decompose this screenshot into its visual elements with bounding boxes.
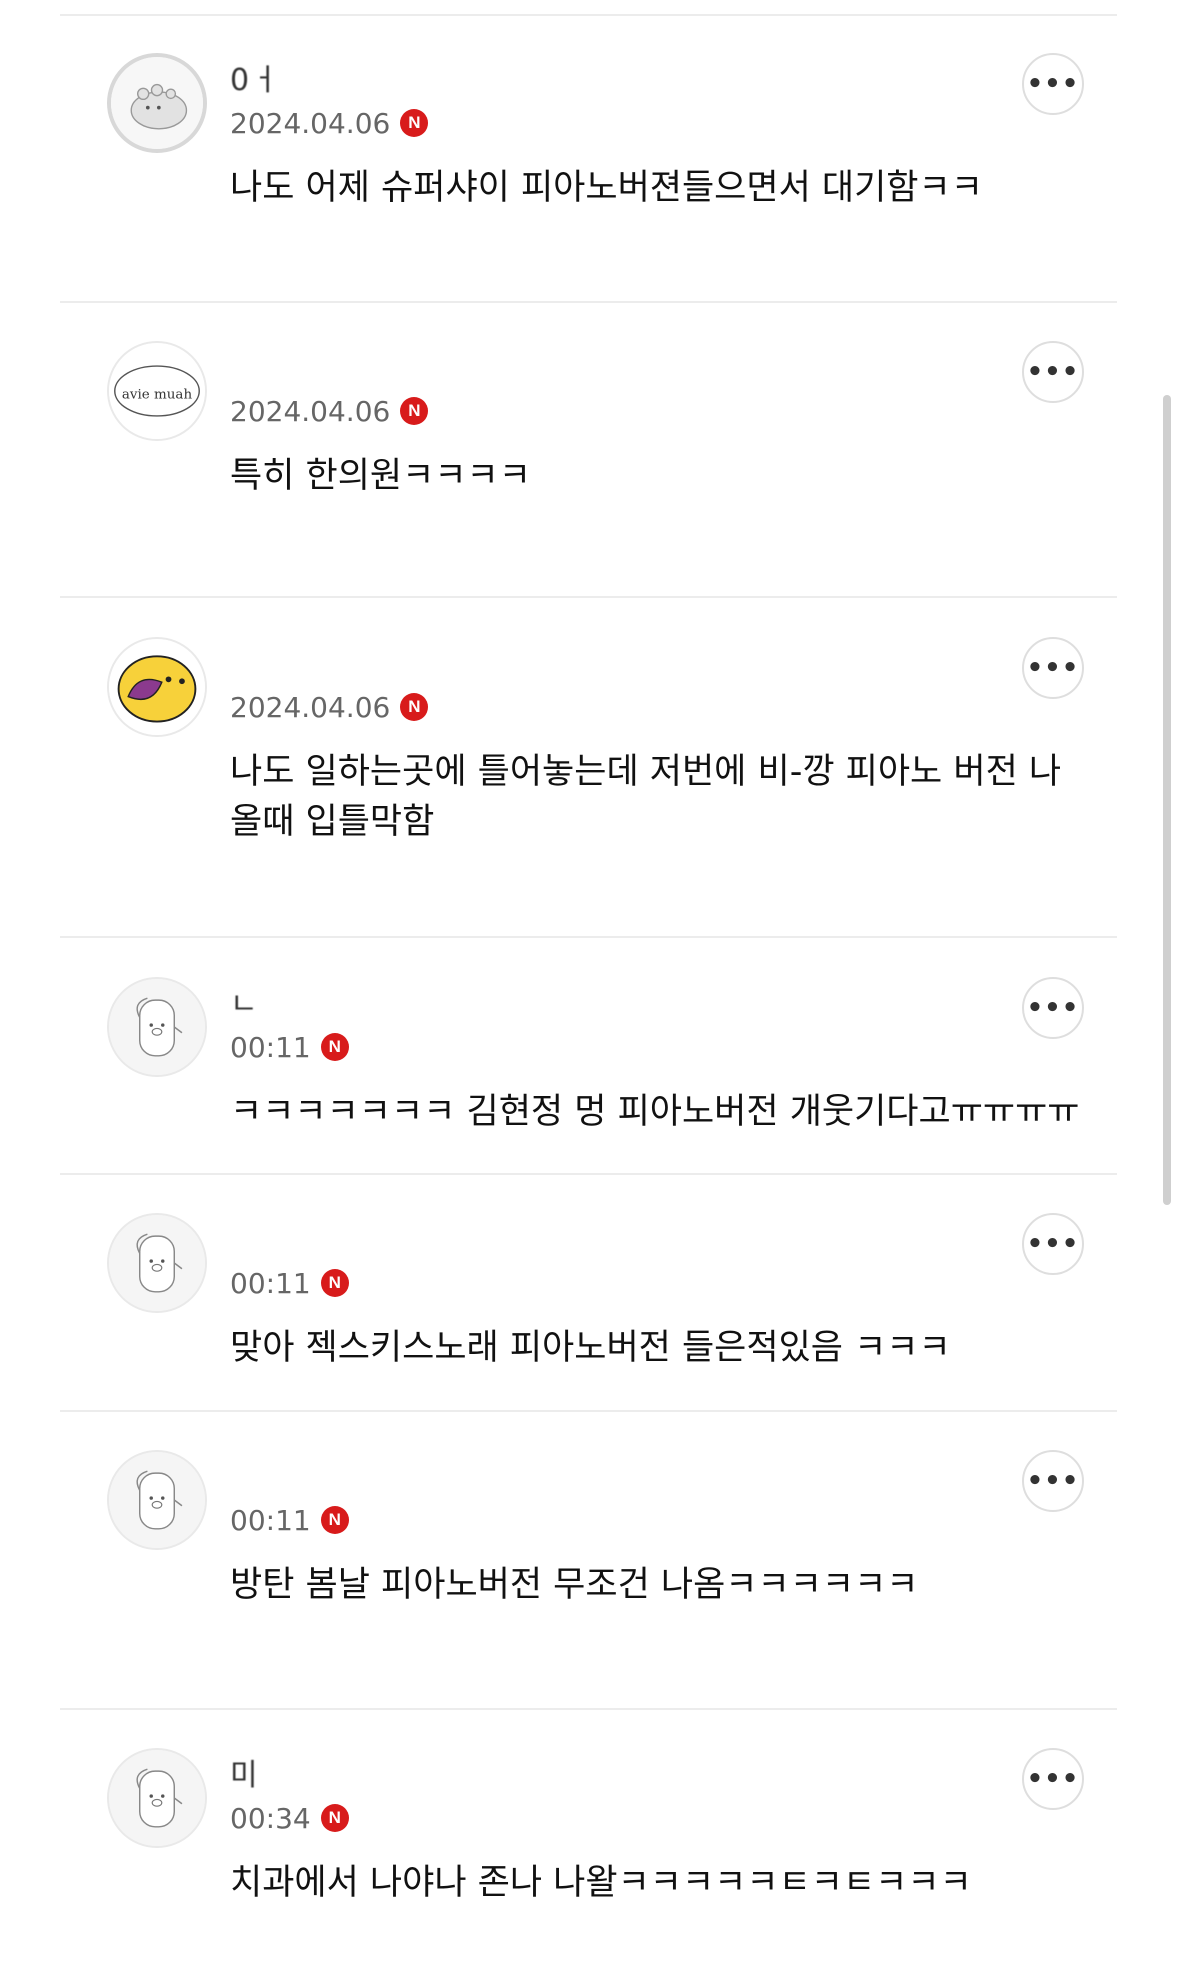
comment-date: 00:11 [230, 1030, 311, 1064]
comment-date: 00:11 [230, 1503, 311, 1537]
new-badge: N [320, 1804, 349, 1832]
new-badge: N [320, 1269, 349, 1297]
more-options-button[interactable]: ••• [1022, 53, 1084, 115]
author-name[interactable] [230, 639, 530, 683]
comment-text: 나도 일하는곳에 틀어놓는데 저번에 비-깡 피아노 버전 나올때 입틀막함 [230, 752, 1062, 842]
new-badge: N [400, 693, 429, 721]
comment-date: 2024.04.06 [230, 106, 391, 140]
pig-icon [109, 1452, 205, 1548]
comment-date: 2024.04.06 [230, 690, 391, 724]
comment-meta: 00:34 N [230, 1798, 349, 1838]
default-pig-avatar[interactable] [107, 977, 207, 1077]
author-name[interactable] [230, 1215, 530, 1259]
comment-meta: 2024.04.06 N [230, 391, 429, 431]
more-options-button[interactable]: ••• [1022, 341, 1084, 403]
author-name[interactable]: 0ㅓ [230, 55, 530, 99]
divider [60, 14, 1117, 16]
author-name[interactable]: 미 [230, 1750, 530, 1794]
comment-meta: 2024.04.06 N [230, 103, 429, 143]
more-options-button[interactable]: ••• [1022, 1748, 1084, 1810]
comment-meta: 00:11 N [230, 1263, 349, 1303]
divider [60, 936, 1117, 938]
divider [60, 1708, 1117, 1710]
dinosaur-avatar[interactable] [107, 53, 207, 153]
author-name[interactable] [230, 1452, 530, 1496]
new-badge: N [400, 397, 429, 425]
character-icon [109, 639, 205, 735]
avie-muah-logo-avatar[interactable]: avie muah [107, 341, 207, 441]
comment-text: 맞아 젝스키스노래 피아노버전 들은적있음 ㅋㅋㅋ [230, 1328, 951, 1368]
comment-meta: 00:11 N [230, 1500, 349, 1540]
divider [60, 1410, 1117, 1412]
comment-list: 0ㅓ 2024.04.06 N 나도 어제 슈퍼샤이 피아노버젼들으면서 대기함… [0, 0, 1179, 1963]
author-name[interactable] [230, 343, 530, 387]
pig-icon [109, 1750, 205, 1846]
divider [60, 596, 1117, 598]
comment-text: 특히 한의원ㅋㅋㅋㅋ [230, 456, 531, 496]
more-options-button[interactable]: ••• [1022, 1450, 1084, 1512]
avatar-logo-text: avie muah [122, 388, 193, 403]
pig-icon [109, 1215, 205, 1311]
dinosaur-icon [111, 57, 203, 149]
more-options-button[interactable]: ••• [1022, 1213, 1084, 1275]
comment-text: 방탄 봄날 피아노버전 무조건 나옴ㅋㅋㅋㅋㅋㅋ [230, 1565, 919, 1605]
divider [60, 301, 1117, 303]
comment-meta: 2024.04.06 N [230, 687, 429, 727]
comment-text: 치과에서 나야나 존나 나왈ㅋㅋㅋㅋㅋㅌㅋㅌㅋㅋㅋ [230, 1863, 972, 1903]
default-pig-avatar[interactable] [107, 1450, 207, 1550]
default-pig-avatar[interactable] [107, 1213, 207, 1313]
more-options-button[interactable]: ••• [1022, 637, 1084, 699]
new-badge: N [400, 109, 429, 137]
pig-icon [109, 979, 205, 1075]
new-badge: N [320, 1033, 349, 1061]
comment-meta: 00:11 N [230, 1027, 349, 1067]
more-options-button[interactable]: ••• [1022, 977, 1084, 1039]
comment-date: 2024.04.06 [230, 394, 391, 428]
default-pig-avatar[interactable] [107, 1748, 207, 1848]
comment-text: ㅋㅋㅋㅋㅋㅋㅋ 김현정 멍 피아노버전 개웃기다고ㅠㅠㅠㅠ [230, 1092, 1080, 1132]
scrollbar[interactable] [1163, 395, 1171, 1205]
comment-date: 00:11 [230, 1266, 311, 1300]
yellow-character-avatar[interactable] [107, 637, 207, 737]
author-name[interactable]: ㄴ [230, 979, 530, 1023]
logo-icon: avie muah [109, 343, 205, 439]
new-badge: N [320, 1506, 349, 1534]
divider [60, 1173, 1117, 1175]
comment-text: 나도 어제 슈퍼샤이 피아노버젼들으면서 대기함ㅋㅋ [230, 168, 983, 208]
comment-date: 00:34 [230, 1801, 311, 1835]
